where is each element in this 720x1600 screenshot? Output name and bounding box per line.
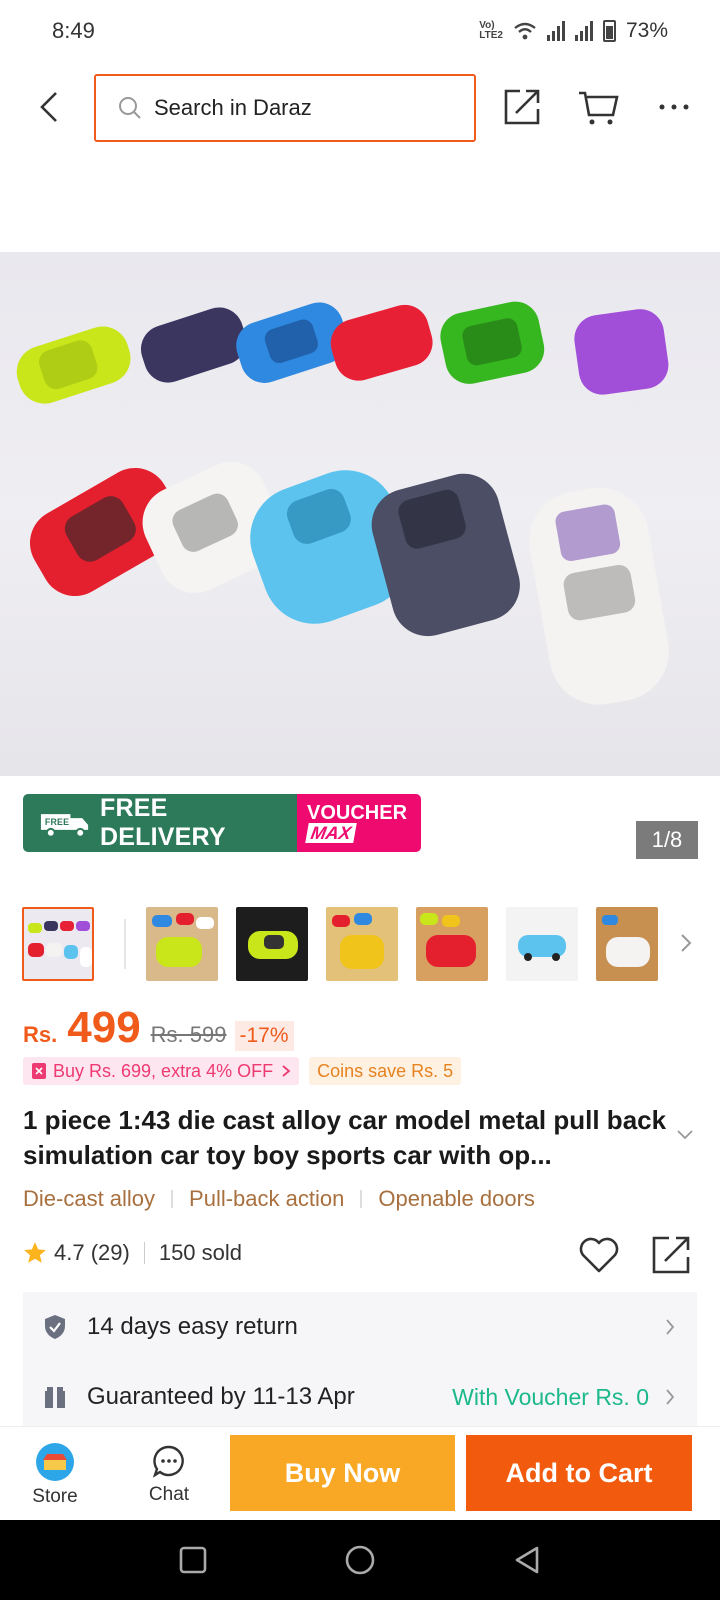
- image-counter: 1/8: [636, 821, 698, 859]
- chat-button[interactable]: Chat: [124, 1433, 214, 1517]
- max-label: MAX: [305, 823, 357, 843]
- thumbnail-6[interactable]: [506, 907, 578, 981]
- signal-icon-2: [574, 21, 593, 41]
- status-icons: Vo) LTE2 73%: [479, 19, 668, 43]
- chevron-down-icon: [677, 1130, 693, 1140]
- share-button[interactable]: [497, 82, 547, 132]
- thumbnail-7[interactable]: [596, 907, 658, 981]
- search-placeholder: Search in Daraz: [154, 95, 312, 120]
- price-row: Rs. 499 Rs. 599 -17%: [23, 1003, 294, 1053]
- thumbnail-4[interactable]: [326, 907, 398, 981]
- back-nav-icon[interactable]: [512, 1545, 542, 1575]
- svg-text:FREE: FREE: [45, 817, 69, 827]
- product-main-image[interactable]: [0, 252, 720, 776]
- shield-check-icon: [45, 1315, 65, 1339]
- price-amount: 499: [67, 1003, 141, 1052]
- chat-icon: [152, 1445, 184, 1478]
- signal-icon: [546, 21, 565, 41]
- thumbnail-next-button[interactable]: [680, 933, 692, 958]
- share-icon: [504, 89, 540, 125]
- return-policy-label: 14 days easy return: [87, 1313, 298, 1340]
- offer-tag[interactable]: Buy Rs. 699, extra 4% OFF: [23, 1057, 300, 1085]
- heart-icon: [579, 1237, 619, 1273]
- store-icon: [36, 1443, 74, 1481]
- cart-button[interactable]: [573, 82, 623, 132]
- battery-icon: [602, 20, 616, 42]
- package-icon: [45, 1387, 65, 1408]
- original-price: Rs. 599: [150, 1022, 227, 1047]
- thumbnail-divider: [124, 919, 126, 969]
- discount-badge: -17%: [234, 1021, 294, 1051]
- cart-icon: [579, 91, 619, 125]
- voucher-label: VOUCHER: [307, 802, 408, 824]
- thumbnail-strip: [22, 907, 720, 983]
- add-to-cart-button[interactable]: Add to Cart: [466, 1435, 692, 1511]
- star-icon: [24, 1242, 46, 1263]
- rating-row[interactable]: 4.7 (29) 150 sold: [22, 1240, 242, 1266]
- offer-tags: Buy Rs. 699, extra 4% OFF Coins save Rs.…: [23, 1057, 462, 1085]
- coins-tag: Coins save Rs. 5: [309, 1057, 462, 1085]
- voucher-delivery-label: With Voucher Rs. 0: [452, 1383, 649, 1410]
- volte-icon: Vo) LTE2: [479, 20, 503, 41]
- toy-cars-image: [16, 301, 669, 705]
- chevron-right-icon: [282, 1065, 291, 1077]
- attribute-item: Die-cast alloy: [23, 1186, 156, 1211]
- top-bar: Search in Daraz: [0, 72, 720, 142]
- delivery-guarantee-label: Guaranteed by 11-13 Apr: [87, 1383, 355, 1410]
- store-button[interactable]: Store: [10, 1433, 100, 1517]
- recents-icon[interactable]: [178, 1545, 208, 1575]
- offer-tag-label: Buy Rs. 699, extra 4% OFF: [53, 1060, 274, 1081]
- product-share-button[interactable]: [650, 1234, 692, 1281]
- chat-label: Chat: [148, 1484, 190, 1505]
- product-title: 1 piece 1:43 die cast alloy car model me…: [23, 1105, 667, 1170]
- home-icon[interactable]: [344, 1544, 376, 1576]
- attribute-item: Pull-back action: [189, 1186, 345, 1211]
- attribute-divider: [360, 1190, 363, 1208]
- return-policy-row[interactable]: 14 days easy return: [23, 1292, 697, 1362]
- thumbnail-1[interactable]: [22, 907, 94, 981]
- delivery-truck-icon: FREE: [40, 814, 89, 838]
- search-icon: [119, 97, 141, 119]
- free-delivery-label: FREE DELIVERY: [100, 794, 226, 851]
- thumbnail-3[interactable]: [236, 907, 308, 981]
- coins-tag-label: Coins save Rs. 5: [317, 1060, 454, 1081]
- chevron-right-icon: [681, 934, 692, 952]
- chevron-right-icon: [666, 1389, 675, 1405]
- thumbnail-5[interactable]: [416, 907, 488, 981]
- free-delivery-badge: FREE FREE DELIVERY: [23, 794, 297, 852]
- status-time: 8:49: [52, 18, 95, 43]
- chevron-right-icon: [666, 1319, 675, 1335]
- status-bar: 8:49 Vo) LTE2 73%: [0, 0, 720, 62]
- service-info-box: 14 days easy return Guaranteed by 11-13 …: [23, 1292, 697, 1427]
- system-navigation-bar: [0, 1520, 720, 1600]
- voucher-icon: [32, 1063, 46, 1079]
- back-button[interactable]: [32, 88, 66, 126]
- attribute-list: Die-cast alloy Pull-back action Openable…: [23, 1186, 535, 1212]
- thumbnail-2[interactable]: [146, 907, 218, 981]
- attribute-divider: [171, 1190, 174, 1208]
- store-label: Store: [32, 1486, 78, 1507]
- promo-banner[interactable]: FREE FREE DELIVERY VOUCHER MAX: [23, 794, 421, 852]
- bottom-action-bar: Store Chat Buy Now Add to Cart: [0, 1426, 720, 1520]
- back-arrow-icon: [40, 92, 57, 122]
- price-currency: Rs.: [23, 1022, 58, 1047]
- rating-divider: [143, 1242, 145, 1264]
- share-icon: [652, 1236, 690, 1274]
- sold-count: 150 sold: [158, 1240, 243, 1265]
- search-input[interactable]: Search in Daraz: [94, 74, 476, 142]
- more-icon: [659, 104, 689, 110]
- attribute-item: Openable doors: [378, 1186, 535, 1211]
- more-button[interactable]: [649, 82, 699, 132]
- expand-title-button[interactable]: [676, 1128, 694, 1146]
- voucher-max-badge: VOUCHER MAX: [297, 794, 421, 852]
- delivery-guarantee-row[interactable]: Guaranteed by 11-13 Apr With Voucher Rs.…: [23, 1362, 697, 1432]
- rating-value: 4.7 (29): [54, 1240, 130, 1265]
- wifi-icon: [514, 22, 536, 40]
- battery-percent: 73%: [625, 19, 668, 42]
- buy-now-button[interactable]: Buy Now: [230, 1435, 455, 1511]
- wishlist-button[interactable]: [578, 1236, 620, 1279]
